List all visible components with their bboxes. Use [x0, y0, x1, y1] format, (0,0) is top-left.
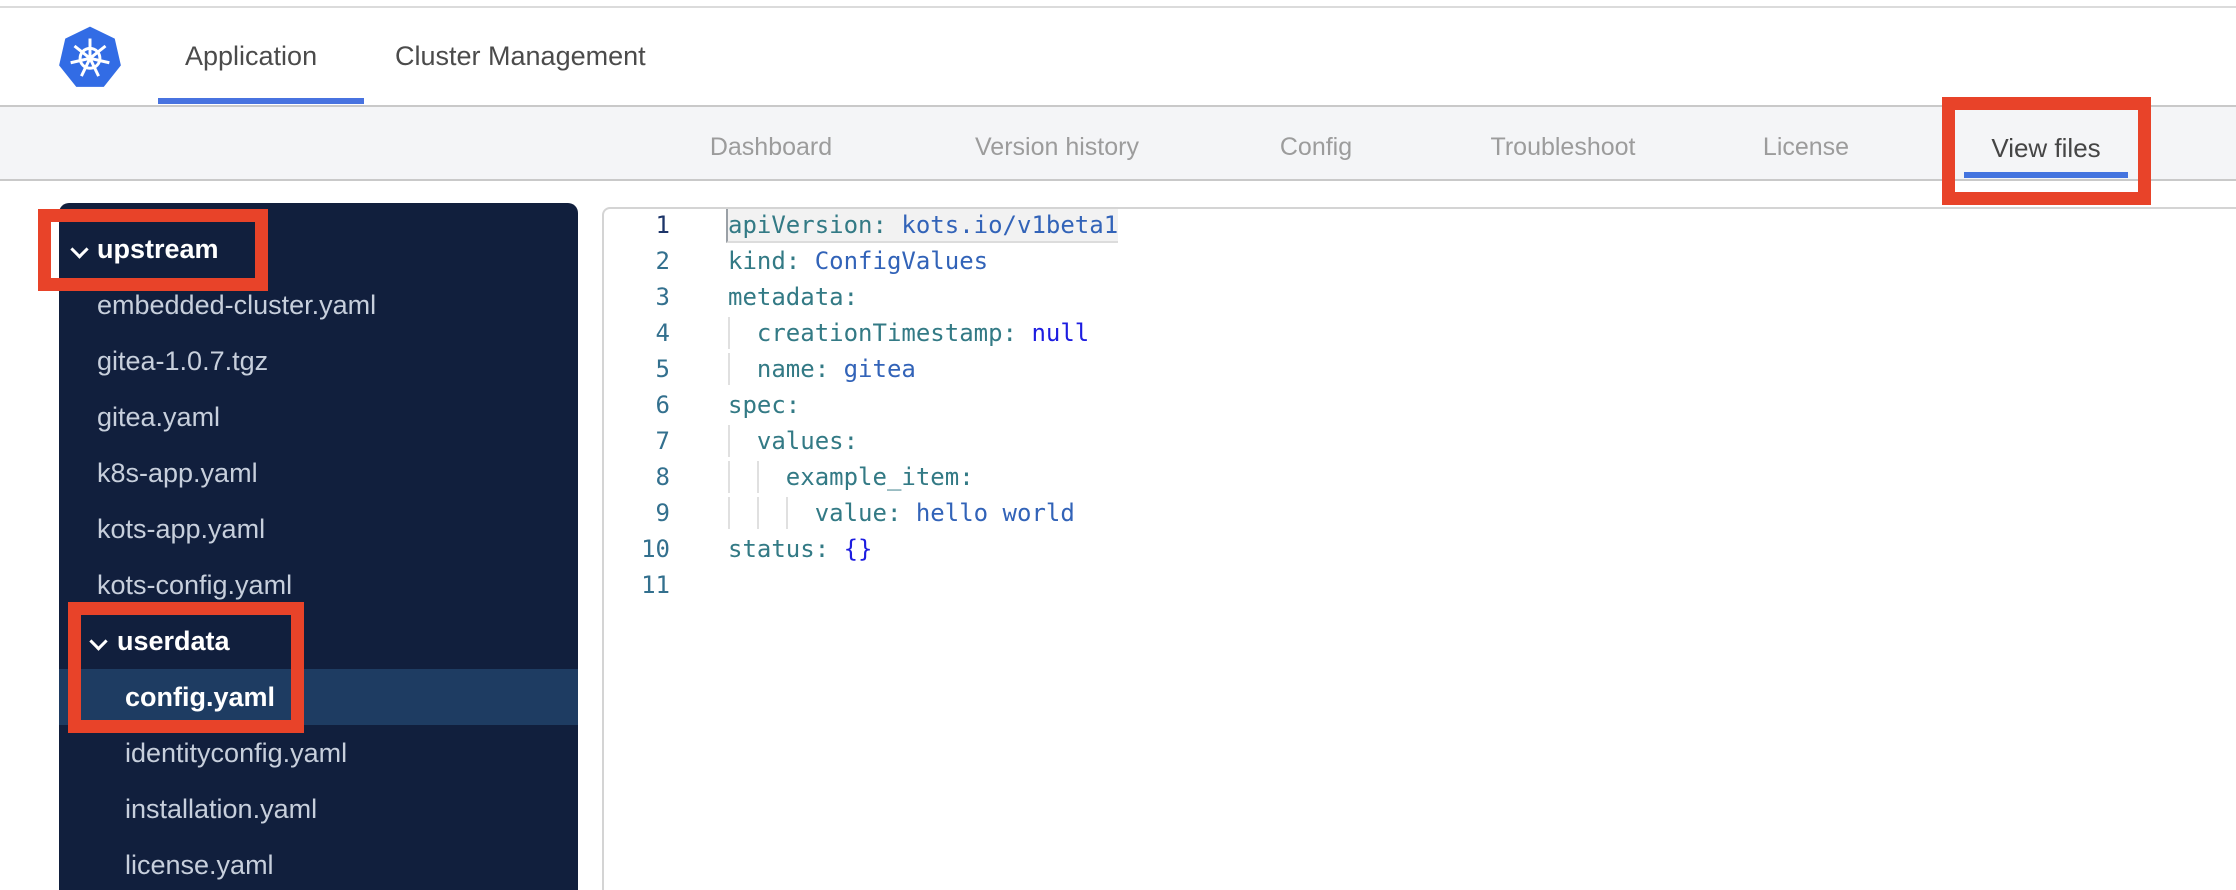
indent-guide [728, 353, 730, 385]
folder-label: userdata [117, 626, 230, 656]
indent-guide [728, 425, 730, 457]
indent-guide [756, 461, 759, 493]
tree-folder-upstream[interactable]: upstream [59, 221, 578, 277]
file-label: gitea.yaml [97, 402, 221, 432]
file-label: kots-config.yaml [97, 570, 293, 600]
code-line-3: 3 metadata: [604, 279, 2236, 315]
line-number: 5 [655, 355, 670, 383]
line-number: 1 [655, 211, 670, 239]
file-tree-sidebar: upstream embedded-cluster.yaml gitea-1.0.7… [59, 203, 578, 890]
file-label: kots-app.yaml [97, 514, 266, 544]
line-number: 11 [641, 571, 670, 599]
code-line-10: 10 status: {} [604, 531, 2236, 567]
line-number: 2 [655, 247, 670, 275]
code-line-8: 8 example_item: [604, 459, 2236, 495]
indent-guide [728, 461, 730, 493]
file-label: identityconfig.yaml [125, 738, 348, 768]
nav-config[interactable]: Config [1280, 133, 1352, 162]
indent-guide [785, 497, 788, 529]
kubernetes-logo-icon [59, 26, 121, 87]
file-label: installation.yaml [125, 794, 318, 824]
yaml-code: 1 apiVersion: kots.io/v1beta1 2 kind: Confi… [604, 209, 2236, 603]
tree-file-kots-app.yaml[interactable]: kots-app.yaml [59, 501, 578, 557]
file-label: gitea-1.0.7.tgz [97, 346, 269, 376]
folder-label: upstream [97, 234, 219, 264]
tree-file-k8s-app.yaml[interactable]: k8s-app.yaml [59, 445, 578, 501]
code-line-7: 7 values: [604, 423, 2236, 459]
nav-version-history[interactable]: Version history [975, 133, 1139, 162]
code-line-5: 5 name: gitea [604, 351, 2236, 387]
tree-file-gitea-1.0.7.tgz[interactable]: gitea-1.0.7.tgz [59, 333, 578, 389]
tree-file-kots-config.yaml[interactable]: kots-config.yaml [59, 557, 578, 613]
nav-dashboard[interactable]: Dashboard [710, 133, 832, 162]
kots-admin-console: Application Cluster Management Dashboard… [0, 0, 2236, 890]
chevron-down-icon[interactable] [70, 240, 89, 259]
file-label: k8s-app.yaml [97, 458, 258, 488]
tree-file-installation.yaml[interactable]: installation.yaml [59, 781, 578, 837]
line-number: 6 [655, 391, 670, 419]
tree-file-identityconfig.yaml[interactable]: identityconfig.yaml [59, 725, 578, 781]
code-line-9: 9 value: hello world [604, 495, 2236, 531]
active-tab-underline [158, 98, 364, 104]
file-content-viewer[interactable]: 1 apiVersion: kots.io/v1beta1 2 kind: Confi… [602, 207, 2236, 890]
tree-file-gitea.yaml[interactable]: gitea.yaml [59, 389, 578, 445]
tree-file-config.yaml[interactable]: config.yaml [59, 669, 578, 725]
nav-view-files[interactable]: View files [1991, 133, 2100, 164]
file-label: embedded-cluster.yaml [97, 290, 377, 320]
file-label: license.yaml [125, 850, 274, 880]
tab-application[interactable]: Application [185, 41, 317, 72]
tab-cluster-management[interactable]: Cluster Management [395, 41, 646, 72]
code-line-6: 6 spec: [604, 387, 2236, 423]
indent-guide [728, 317, 730, 349]
line-number: 3 [655, 283, 670, 311]
tree-folder-userdata[interactable]: userdata [59, 613, 578, 669]
line-number: 10 [641, 535, 670, 563]
tree-file-embedded-cluster.yaml[interactable]: embedded-cluster.yaml [59, 277, 578, 333]
indent-guide [728, 497, 730, 529]
app-subnav: Dashboard Version history Config Trouble… [0, 107, 2236, 181]
line-number: 8 [655, 463, 670, 491]
line-number: 9 [655, 499, 670, 527]
code-line-1: 1 apiVersion: kots.io/v1beta1 [604, 209, 2236, 243]
line-number: 4 [655, 319, 670, 347]
line-number: 7 [655, 427, 670, 455]
chevron-down-icon[interactable] [89, 632, 108, 651]
tree-file-license.yaml[interactable]: license.yaml [59, 837, 578, 890]
indent-guide [756, 497, 759, 529]
file-label: config.yaml [125, 682, 276, 712]
code-line-11: 11 [604, 567, 2236, 603]
code-line-2: 2 kind: ConfigValues [604, 243, 2236, 279]
active-nav-underline [1964, 172, 2128, 178]
nav-troubleshoot[interactable]: Troubleshoot [1491, 133, 1636, 162]
nav-license[interactable]: License [1763, 133, 1849, 162]
app-header: Application Cluster Management [0, 8, 2236, 107]
code-line-4: 4 creationTimestamp: null [604, 315, 2236, 351]
